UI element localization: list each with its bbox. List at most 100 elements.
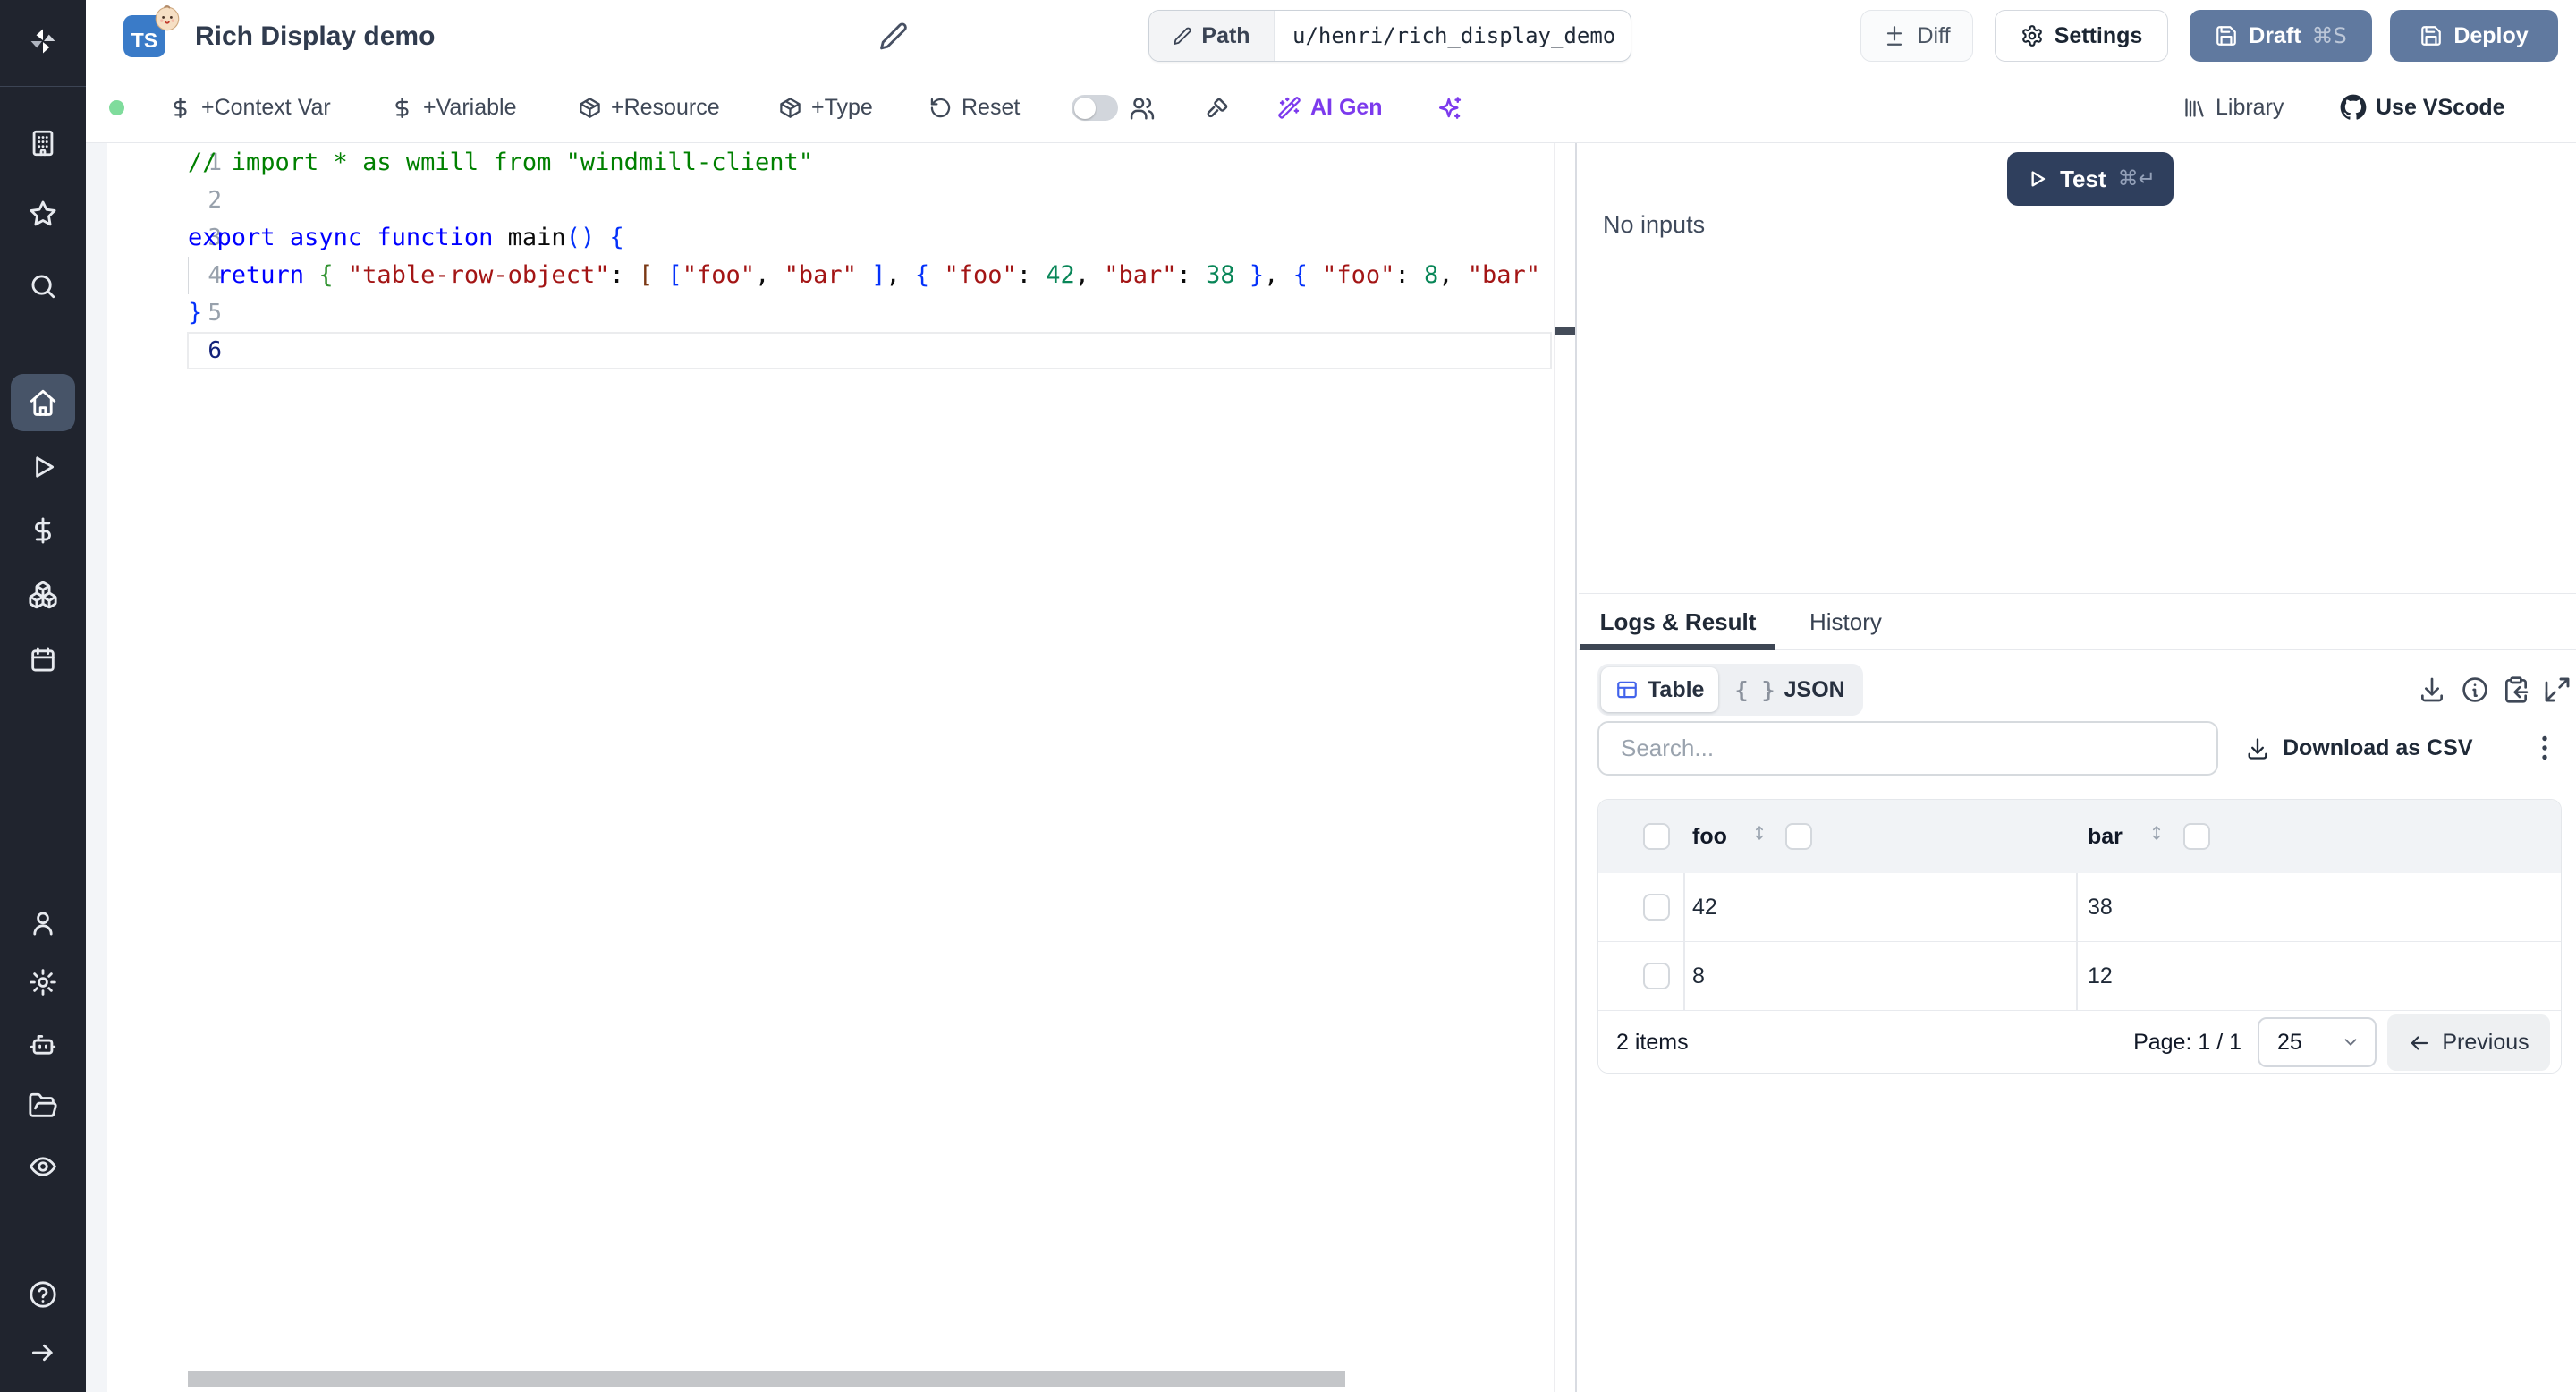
ai-gen-label: AI Gen [1310,95,1383,121]
search-input[interactable] [1599,723,2216,774]
result-area: Logs & Result History Table { } JSON [1579,593,2576,1392]
header-checkbox[interactable] [1643,823,1670,850]
sparkles-icon[interactable] [1436,95,1463,122]
sidebar-item-favorites[interactable] [0,185,86,242]
sort-foo-icon[interactable] [1750,823,1769,850]
sidebar-item-expand[interactable] [0,1324,86,1381]
cell-bar: 12 [2088,942,2113,1011]
windmill-script-editor: TS Rich Display demo Path u/henri/rich_d… [0,0,2576,1392]
search-icon [28,271,58,301]
row-checkbox[interactable] [1643,894,1670,921]
column-foo-toggle-checkbox[interactable] [1785,823,1812,850]
test-label: Test [2060,166,2106,193]
code-editor[interactable]: 123456 // import * as wmill from "windmi… [86,143,1577,1392]
sidebar-item-workspace[interactable] [0,115,86,172]
save-icon [2215,24,2238,47]
deploy-label: Deploy [2453,23,2528,49]
diff-button[interactable]: Diff [1860,10,1973,62]
path-label-segment: Path [1149,11,1275,61]
path-field[interactable]: Path u/henri/rich_display_demo [1148,10,1631,62]
previous-label: Previous [2442,1030,2529,1056]
sidebar-item-home[interactable] [0,374,86,431]
package-icon [578,96,602,120]
sort-bar-icon[interactable] [2147,823,2166,850]
edit-title-pencil-icon[interactable] [878,21,909,51]
download-result-icon[interactable] [2418,675,2446,704]
draft-button[interactable]: Draft ⌘S [2190,10,2372,62]
run-and-result-panel: Test ⌘↵ No inputs Logs & Result History … [1579,143,2576,1392]
table-footer: 2 items Page: 1 / 1 25 Previous [1598,1011,2561,1074]
page-indicator: Page: 1 / 1 [2133,1011,2241,1074]
table-body: 4238812 [1598,873,2561,1011]
sidebar-item-account[interactable] [0,895,86,952]
info-icon[interactable] [2461,675,2489,704]
reset-label: Reset [962,95,1020,121]
path-label: Path [1201,23,1250,49]
reset-button[interactable]: Reset [928,72,1020,142]
search-box [1597,721,2218,776]
cell-bar: 38 [2088,873,2113,942]
sidebar-divider [0,86,86,87]
previous-page-button[interactable]: Previous [2387,1014,2550,1071]
add-resource-label: +Resource [611,95,720,121]
dollar-icon [390,96,414,120]
column-header-foo: foo [1692,823,1727,850]
star-icon [28,199,58,229]
view-option-json[interactable]: { } JSON [1720,667,1859,712]
bot-icon [28,1030,58,1060]
library-label: Library [2216,95,2284,121]
users-icon[interactable] [1129,95,1156,122]
eye-icon [28,1151,58,1182]
ai-gen-button[interactable]: AI Gen [1277,72,1383,142]
sidebar-item-ai[interactable] [0,1016,86,1074]
row-checkbox[interactable] [1643,963,1670,989]
test-button[interactable]: Test ⌘↵ [2007,152,2174,206]
expand-icon[interactable] [2543,675,2572,704]
pencil-icon [1173,26,1192,46]
multiplayer-toggle[interactable] [1072,95,1118,121]
path-value: u/henri/rich_display_demo [1275,11,1631,61]
sidebar-item-schedules[interactable] [0,631,86,688]
draft-shortcut: ⌘S [2312,23,2347,48]
table-options-kebab-icon[interactable] [2529,732,2561,764]
sidebar-item-search[interactable] [0,258,86,315]
status-dot [109,100,124,115]
baby-emoji-icon [152,3,182,33]
deploy-button[interactable]: Deploy [2390,10,2558,62]
add-resource-button[interactable]: +Resource [578,72,720,142]
view-table-label: Table [1648,677,1704,703]
view-option-table[interactable]: Table [1601,667,1718,712]
library-button[interactable]: Library [2182,72,2284,142]
sidebar-item-resources[interactable] [0,566,86,624]
windmill-logo-icon[interactable] [0,13,86,70]
horizontal-scrollbar[interactable] [188,1371,1345,1387]
sidebar-item-folders[interactable] [0,1077,86,1134]
draft-label: Draft [2249,23,2301,49]
gear-icon [28,967,58,997]
github-icon [2340,94,2367,121]
tab-history[interactable]: History [1801,594,1891,650]
copy-to-clipboard-icon[interactable] [2502,675,2530,704]
package-icon [778,96,802,120]
column-bar-toggle-checkbox[interactable] [2183,823,2210,850]
sidebar-item-settings[interactable] [0,954,86,1011]
sidebar-item-help[interactable] [0,1266,86,1323]
format-brush-icon[interactable] [1204,95,1231,122]
code-lines: // import * as wmill from "windmill-clie… [188,144,1554,369]
download-csv-button[interactable]: Download as CSV [2245,721,2473,776]
sidebar-item-runs[interactable] [0,438,86,496]
add-variable-button[interactable]: +Variable [390,72,516,142]
arrow-right-icon [28,1337,58,1368]
use-vscode-button[interactable]: Use VScode [2340,72,2505,142]
diff-icon [1883,24,1906,47]
use-vscode-label: Use VScode [2376,95,2505,121]
add-context-var-button[interactable]: +Context Var [168,72,331,142]
folder-open-icon [28,1091,58,1121]
add-type-button[interactable]: +Type [778,72,873,142]
table-header: foo bar [1598,800,2561,873]
sidebar-item-variables[interactable] [0,502,86,559]
tab-logs-and-result[interactable]: Logs & Result [1580,594,1775,650]
settings-button[interactable]: Settings [1995,10,2168,62]
page-size-select[interactable]: 25 [2258,1017,2377,1067]
sidebar-item-audit[interactable] [0,1138,86,1195]
